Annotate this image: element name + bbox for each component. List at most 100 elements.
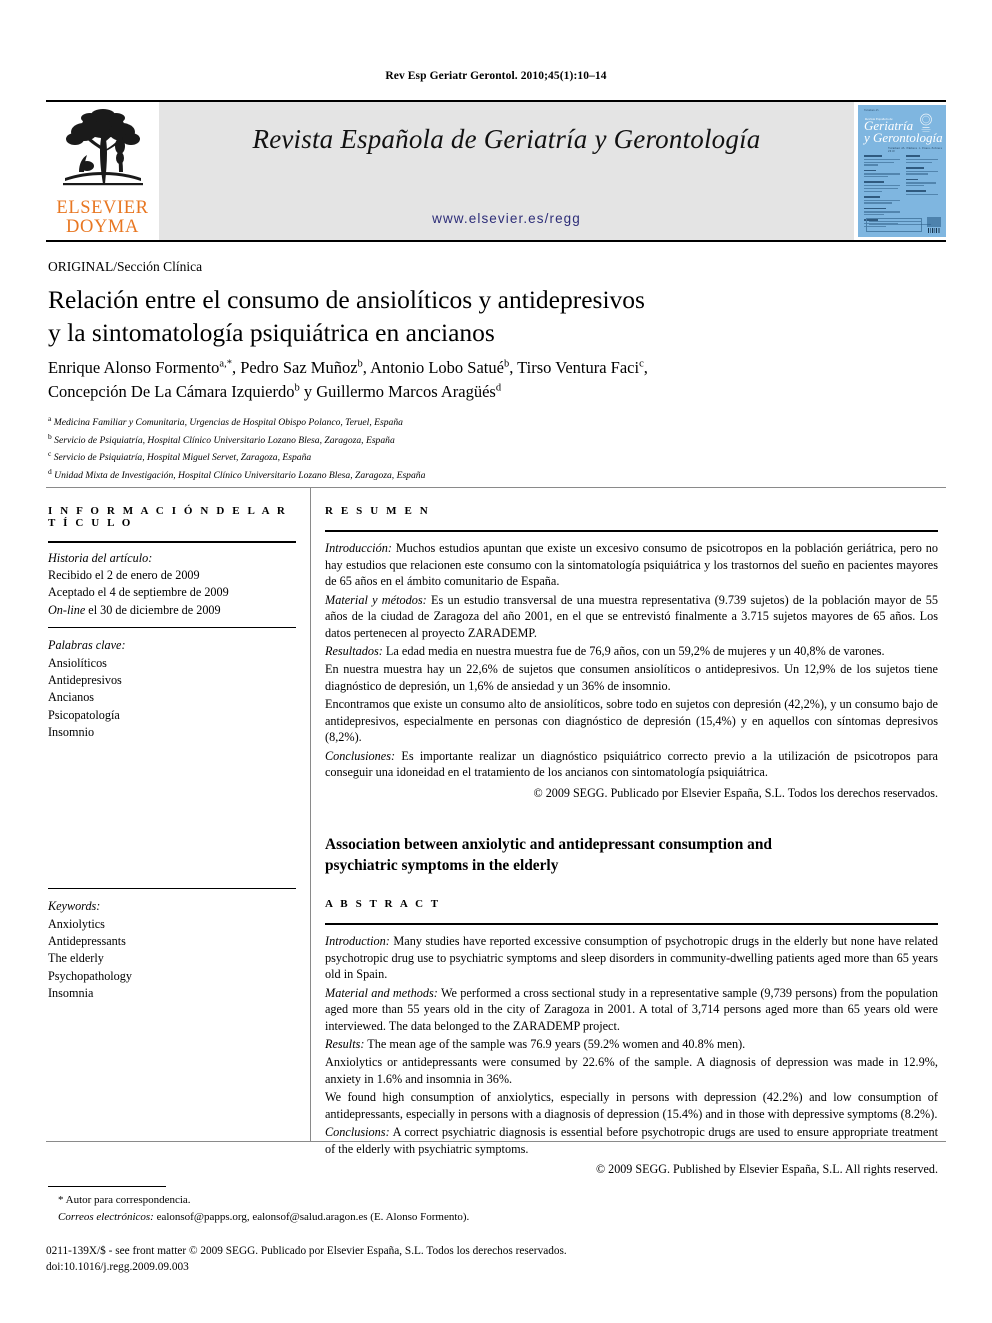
online-prefix: On-line	[48, 602, 86, 617]
abstract-paragraph: Introduction: Many studies have reported…	[325, 933, 938, 982]
divider	[48, 888, 296, 890]
paragraph-text: En nuestra muestra hay un 22,6% de sujet…	[325, 662, 938, 693]
abstract-paragraph: Conclusions: A correct psychiatric diagn…	[325, 1124, 938, 1157]
affiliation-mark: a	[48, 414, 52, 423]
journal-title-band: Revista Española de Geriatría y Gerontol…	[159, 102, 854, 240]
author-affiliation-mark: b	[294, 382, 300, 394]
keyword-item: Insomnio	[48, 724, 95, 739]
keyword-item: Ansiolíticos	[48, 655, 107, 670]
author-list: Enrique Alonso Formentoa,*, Pedro Saz Mu…	[48, 356, 908, 404]
keyword-item: The elderly	[48, 951, 104, 966]
divider	[325, 530, 938, 533]
affiliation-list: a Medicina Familiar y Comunitaria, Urgen…	[48, 413, 748, 484]
divider	[48, 541, 296, 543]
author-name: Antonio Lobo Satué	[370, 358, 504, 377]
paragraph-label: Introducción:	[325, 541, 392, 556]
affiliation-text: Servicio de Psiquiatría, Hospital Miguel…	[53, 452, 312, 464]
author-line-2: Concepción De La Cámara Izquierdob y Gui…	[48, 380, 908, 404]
affiliation-item: c Servicio de Psiquiatría, Hospital Migu…	[48, 448, 748, 466]
abstract-paragraph: We found high consumption of anxiolytics…	[325, 1089, 938, 1122]
abstract-frame-divider	[310, 487, 312, 1142]
author-line-1: Enrique Alonso Formentoa,*, Pedro Saz Mu…	[48, 358, 648, 377]
barcode-icon	[927, 217, 941, 233]
article-section-label: ORIGINAL/Sección Clínica	[48, 259, 203, 274]
running-head: Rev Esp Geriatr Gerontol. 2010;45(1):10–…	[385, 70, 607, 82]
paragraph-label: Introduction:	[325, 934, 390, 949]
paragraph-text: Encontramos que existe un consumo alto d…	[325, 697, 938, 745]
paragraph-label: Conclusiones:	[325, 748, 396, 763]
corresponding-author-footnote: * Autor para correspondencia. Correos el…	[48, 1186, 648, 1225]
footnote-rule	[48, 1186, 166, 1188]
keyword-item: Anxiolytics	[48, 916, 105, 931]
author-affiliation-mark: b	[357, 358, 363, 370]
affiliation-item: b Servicio de Psiquiatría, Hospital Clín…	[48, 431, 748, 449]
keyword-item: Ancianos	[48, 690, 95, 705]
paragraph-text: Anxiolytics or antidepressants were cons…	[325, 1055, 938, 1086]
society-seal-icon	[920, 113, 932, 132]
keyword-item: Psychopathology	[48, 968, 132, 983]
resumen-heading: R E S U M E N	[325, 505, 431, 517]
article-history-label: Historia del artículo:	[48, 550, 153, 565]
author-affiliation-mark: d	[495, 382, 502, 394]
affiliation-mark: b	[48, 431, 52, 441]
affiliation-mark: d	[48, 467, 52, 477]
paragraph-label: Conclusions:	[325, 1125, 390, 1140]
english-title-line1: Association between anxiolytic and antid…	[325, 836, 772, 854]
resumen-paragraph: Introducción: Muchos estudios apuntan qu…	[325, 540, 938, 589]
author-name: y Guillermo Marcos Aragüés	[303, 381, 496, 401]
abstract-paragraph: Anxiolytics or antidepressants were cons…	[325, 1054, 938, 1087]
article-info-heading: I N F O R M A C I Ó N D E L A R T Í C U …	[48, 505, 288, 529]
affiliation-mark: c	[48, 449, 52, 459]
article-info-column: I N F O R M A C I Ó N D E L A R T Í C U …	[48, 505, 298, 741]
paragraph-label: Material y métodos:	[325, 592, 427, 607]
abstract-heading: A B S T R A C T	[325, 897, 441, 910]
resumen-paragraph: Resultados: La edad media en nuestra mue…	[325, 643, 938, 659]
email-line: Correos electrónicos: ealonsof@papps.org…	[48, 1209, 648, 1226]
keyword-item: Psicopatología	[48, 707, 120, 722]
keyword-item: Antidepresivos	[48, 672, 122, 687]
journal-masthead: ELSEVIER DOYMA Revista Española de Geria…	[46, 100, 946, 242]
elsevier-tree-icon	[62, 109, 143, 186]
cover-footer-box	[866, 218, 931, 232]
affiliation-text: Unidad Mixta de Investigación, Hospital …	[54, 470, 426, 482]
paragraph-label: Material and methods:	[325, 985, 438, 1000]
paragraph-text: The mean age of the sample was 76.9 year…	[364, 1036, 746, 1051]
email-addresses[interactable]: ealonsof@papps.org, ealonsof@salud.arago…	[154, 1211, 470, 1223]
affiliation-text: Medicina Familiar y Comunitaria, Urgenci…	[53, 417, 403, 429]
article-title-line2: y la sintomatología psiquiátrica en anci…	[48, 317, 495, 347]
author-name: Concepción De La Cámara Izquierdo	[48, 381, 295, 401]
resumen-body: Introducción: Muchos estudios apuntan qu…	[325, 540, 938, 801]
abstract-frame-top-rule	[46, 487, 946, 489]
elsevier-doyma-logo: ELSEVIER DOYMA	[46, 102, 159, 240]
keywords-es-label: Palabras clave:	[48, 638, 126, 653]
paragraph-text: A correct psychiatric diagnosis is essen…	[325, 1125, 938, 1156]
abstract-copyright: © 2009 SEGG. Published by Elsevier Españ…	[595, 1162, 938, 1177]
journal-homepage-link[interactable]: www.elsevier.es/regg	[159, 211, 854, 226]
english-title: Association between anxiolytic and antid…	[325, 835, 938, 876]
paragraph-text: Es importante realizar un diagnóstico ps…	[325, 748, 938, 780]
keywords-en-column: Keywords: Anxiolytics Antidepressants Th…	[48, 888, 298, 1002]
cover-image: Volumen 45 Revista Española de Geriatría…	[858, 105, 946, 237]
resumen-copyright: © 2009 SEGG. Publicado por Elsevier Espa…	[533, 785, 938, 800]
abstract-paragraph: Material and methods: We performed a cro…	[325, 985, 938, 1034]
cover-issue-line: Volumen 45. Número 1. Enero-Febrero 2010	[888, 147, 943, 153]
divider	[48, 626, 296, 629]
resumen-paragraph: Conclusiones: Es importante realizar un …	[325, 748, 938, 781]
abstract-body: Introduction: Many studies have reported…	[325, 933, 938, 1177]
online-rest: el 30 de diciembre de 2009	[85, 602, 221, 617]
article-history: Historia del artículo: Recibido el 2 de …	[48, 550, 298, 619]
received-date: Recibido el 2 de enero de 2009	[48, 567, 200, 582]
paragraph-text: Many studies have reported excessive con…	[325, 934, 938, 982]
divider	[325, 922, 938, 926]
corresponding-author-line: * Autor para correspondencia.	[48, 1192, 648, 1209]
resumen-paragraph: En nuestra muestra hay un 22,6% de sujet…	[325, 661, 938, 694]
paragraph-label: Resultados:	[325, 644, 383, 658]
keywords-en-label: Keywords:	[48, 899, 101, 914]
doi-line[interactable]: doi:10.1016/j.regg.2009.09.003	[46, 1259, 746, 1275]
paragraph-text: We found high consumption of anxiolytics…	[325, 1090, 938, 1121]
online-date: On-line el 30 de diciembre de 2009	[48, 602, 298, 619]
keywords-en: Keywords: Anxiolytics Antidepressants Th…	[48, 898, 298, 1002]
doyma-wordmark: DOYMA	[66, 216, 139, 237]
keyword-item: Antidepressants	[48, 934, 126, 949]
page-title: Relación entre el consumo de ansiolítico…	[48, 284, 808, 349]
